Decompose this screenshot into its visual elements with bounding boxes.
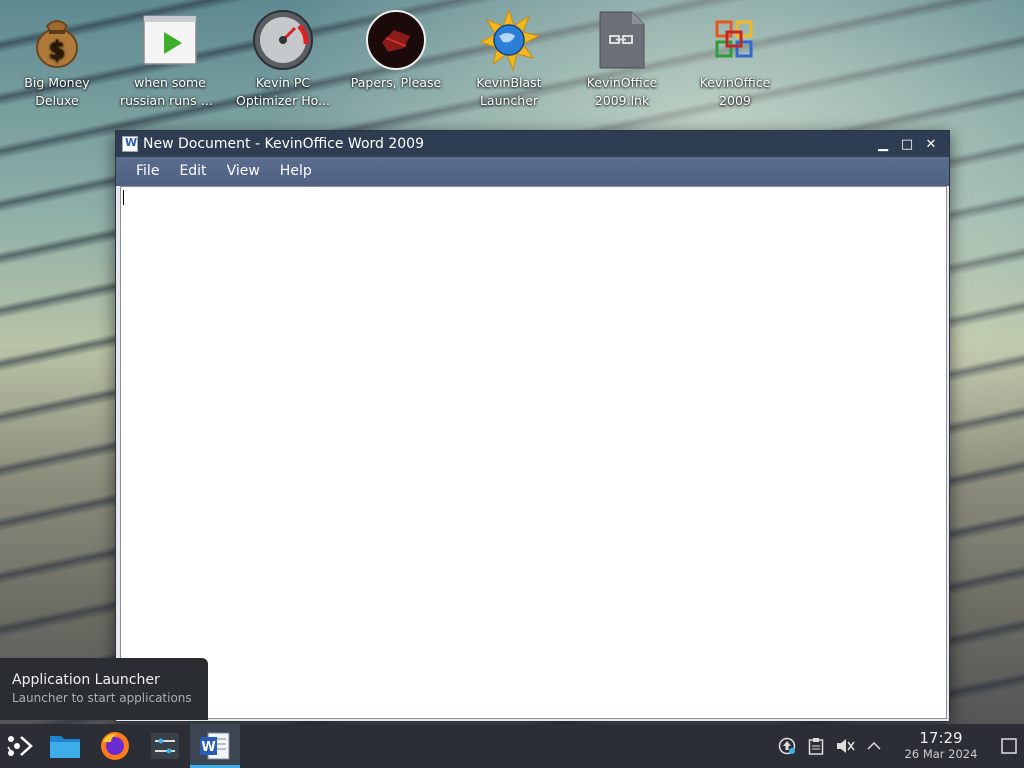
desktop-icon-label: 2009.lnk (594, 93, 650, 108)
tray-expand-button[interactable] (859, 724, 888, 768)
tooltip-subtitle: Launcher to start applications (12, 691, 192, 705)
chevron-up-icon (866, 741, 881, 750)
window-title: New Document - KevinOffice Word 2009 (143, 136, 424, 152)
update-arrow-icon (778, 737, 795, 755)
word-document-icon (122, 136, 138, 152)
desktop-icon-label: when some (134, 75, 206, 90)
folder-icon (50, 736, 80, 758)
desktop-icon-kevin-pc-optimizer[interactable]: Kevin PC Optimizer Ho... (231, 8, 335, 110)
video-player-icon (138, 8, 202, 72)
clipboard-tray-item[interactable] (801, 724, 830, 768)
system-settings-button[interactable] (140, 724, 190, 768)
clock-date: 26 Mar 2024 (904, 747, 978, 761)
system-tray: 17:29 26 Mar 2024 (772, 724, 1024, 768)
menu-edit[interactable]: Edit (169, 157, 216, 186)
desktop-icon-kevinoffice-2009[interactable]: KevinOffice 2009 (683, 8, 787, 110)
desktop-icon-label: Papers, Please (350, 75, 442, 90)
clipboard-icon (808, 738, 823, 755)
desktop-icon-label: Deluxe (35, 93, 79, 108)
shortcut-file-icon (590, 8, 654, 72)
show-desktop-button[interactable] (994, 724, 1024, 768)
desktop-icon-kevinoffice-lnk[interactable]: KevinOffice 2009.lnk (570, 8, 674, 110)
svg-text:$: $ (49, 36, 66, 64)
maximize-button[interactable]: □ (895, 133, 919, 155)
desktop-icon-label: KevinOffice (586, 75, 658, 90)
desktop-icon-label: Launcher (479, 93, 539, 108)
application-launcher-button[interactable] (0, 724, 40, 768)
volume-tray-item[interactable] (830, 724, 859, 768)
desktop-icon-label: russian runs a... (120, 93, 221, 108)
file-manager-button[interactable] (40, 724, 90, 768)
desktop-icon-video[interactable]: when some russian runs a... (118, 8, 222, 110)
desktop-icon-label: Kevin PC (255, 75, 311, 90)
desktop-icon-label: 2009 (719, 93, 751, 108)
svg-text:W: W (201, 740, 215, 755)
updates-tray-item[interactable] (772, 724, 801, 768)
desktop-icon-label: KevinBlast (476, 75, 542, 90)
show-desktop-icon (1001, 738, 1017, 754)
desktop-icon-label: KevinOffice (699, 75, 771, 90)
desktop-icon-kevinblast-launcher[interactable]: KevinBlast Launcher (457, 8, 561, 110)
firefox-icon (101, 732, 129, 760)
desktop-icon-papers-please[interactable]: Papers, Please (344, 8, 448, 92)
word-icon: W (200, 732, 230, 760)
menu-view[interactable]: View (217, 157, 270, 186)
globe-sun-icon (477, 8, 541, 72)
clock-time: 17:29 (919, 729, 963, 747)
tooltip-title: Application Launcher (12, 672, 160, 688)
papers-please-icon (364, 8, 428, 72)
menu-help[interactable]: Help (270, 157, 322, 186)
taskbar: W 17:29 26 Mar 2024 (0, 724, 1024, 768)
document-text-area[interactable] (120, 186, 947, 719)
window-titlebar[interactable]: New Document - KevinOffice Word 2009 ▁ □… (116, 131, 949, 157)
minimize-button[interactable]: ▁ (871, 133, 895, 155)
volume-muted-icon (836, 739, 855, 753)
desktop-icon-big-money-deluxe[interactable]: $ Big Money Deluxe (5, 8, 109, 110)
word-taskbar-button[interactable]: W (190, 724, 240, 768)
text-cursor (123, 190, 124, 205)
close-button[interactable]: ✕ (919, 133, 943, 155)
settings-sliders-icon (151, 733, 179, 759)
word-processor-window[interactable]: New Document - KevinOffice Word 2009 ▁ □… (115, 130, 950, 722)
menu-file[interactable]: File (126, 157, 169, 186)
digital-clock[interactable]: 17:29 26 Mar 2024 (896, 730, 986, 762)
launcher-tooltip: Application Launcher Launcher to start a… (0, 658, 208, 720)
firefox-button[interactable] (90, 724, 140, 768)
money-bag-icon: $ (25, 8, 89, 72)
desktop-icon-label: Optimizer Ho... (236, 93, 330, 108)
office-logo-icon (703, 8, 767, 72)
desktop-icon-label: Big Money (24, 75, 90, 90)
app-launcher-icon (7, 736, 33, 756)
speedometer-icon (251, 8, 315, 72)
menu-bar: File Edit View Help (116, 157, 949, 186)
